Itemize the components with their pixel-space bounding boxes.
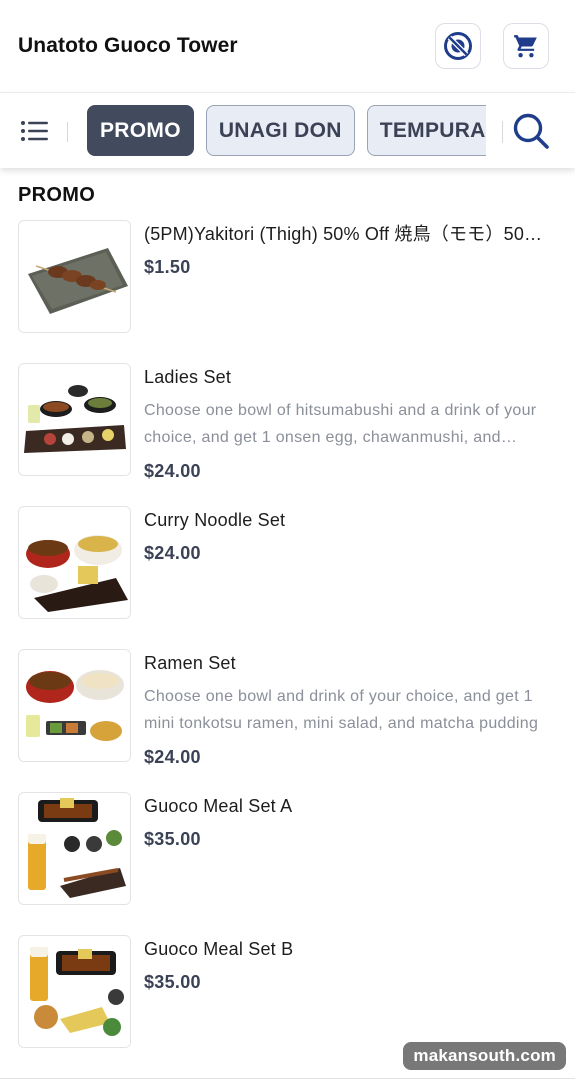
menu-item-ladies-set[interactable]: Ladies Set Choose one bowl of hitsumabus… (0, 363, 575, 506)
tab-tempura[interactable]: TEMPURA (366, 105, 486, 156)
header-actions (435, 23, 549, 69)
menu-item-guoco-meal-set-a[interactable]: Guoco Meal Set A $35.00 (0, 792, 575, 935)
item-name: Curry Noodle Set (144, 510, 286, 530)
category-bar: PROMO UNAGI DON TEMPURA (0, 92, 575, 168)
app-header: Unatoto Guoco Tower (0, 0, 575, 92)
search-button[interactable] (486, 93, 575, 168)
item-image (18, 792, 131, 905)
list-icon (21, 120, 48, 141)
no-dine-in-icon (444, 32, 472, 60)
search-icon (513, 113, 549, 149)
item-image (18, 649, 131, 762)
store-title: Unatoto Guoco Tower (18, 34, 238, 57)
item-price: $24.00 (144, 747, 201, 767)
tab-promo[interactable]: PROMO (87, 105, 194, 156)
item-description: Choose one bowl of hitsumabushi and a dr… (144, 402, 537, 446)
no-dine-in-button[interactable] (435, 23, 481, 69)
category-menu-button[interactable] (0, 93, 68, 168)
menu-item-curry-noodle-set[interactable]: Curry Noodle Set $24.00 (0, 506, 575, 649)
item-description: Choose one bowl and drink of your choice… (144, 688, 539, 732)
item-name: (5PM)Yakitori (Thigh) 50% Off 焼鳥（モモ）50%オ… (144, 224, 557, 244)
bottom-divider (0, 1078, 575, 1079)
item-price: $1.50 (144, 257, 191, 277)
menu-item-ramen-set[interactable]: Ramen Set Choose one bowl and drink of y… (0, 649, 575, 792)
item-name: Guoco Meal Set B (144, 939, 294, 959)
item-price: $24.00 (144, 461, 201, 481)
cart-button[interactable] (503, 23, 549, 69)
menu-item-yakitori[interactable]: (5PM)Yakitori (Thigh) 50% Off 焼鳥（モモ）50%オ… (0, 220, 575, 363)
item-price: $24.00 (144, 543, 201, 563)
item-name: Guoco Meal Set A (144, 796, 293, 816)
item-name: Ladies Set (144, 367, 232, 387)
watermark: makansouth.com (403, 1042, 566, 1070)
item-image (18, 935, 131, 1048)
shopping-cart-icon (514, 35, 537, 58)
category-tabs: PROMO UNAGI DON TEMPURA (68, 105, 486, 156)
item-image (18, 363, 131, 476)
item-image (18, 220, 131, 333)
section-title: PROMO (18, 184, 96, 206)
item-name: Ramen Set (144, 653, 236, 673)
item-price: $35.00 (144, 972, 201, 992)
item-price: $35.00 (144, 829, 201, 849)
menu-item-list: (5PM)Yakitori (Thigh) 50% Off 焼鳥（モモ）50%オ… (0, 220, 575, 1078)
item-image (18, 506, 131, 619)
tab-unagi-don[interactable]: UNAGI DON (205, 105, 355, 156)
